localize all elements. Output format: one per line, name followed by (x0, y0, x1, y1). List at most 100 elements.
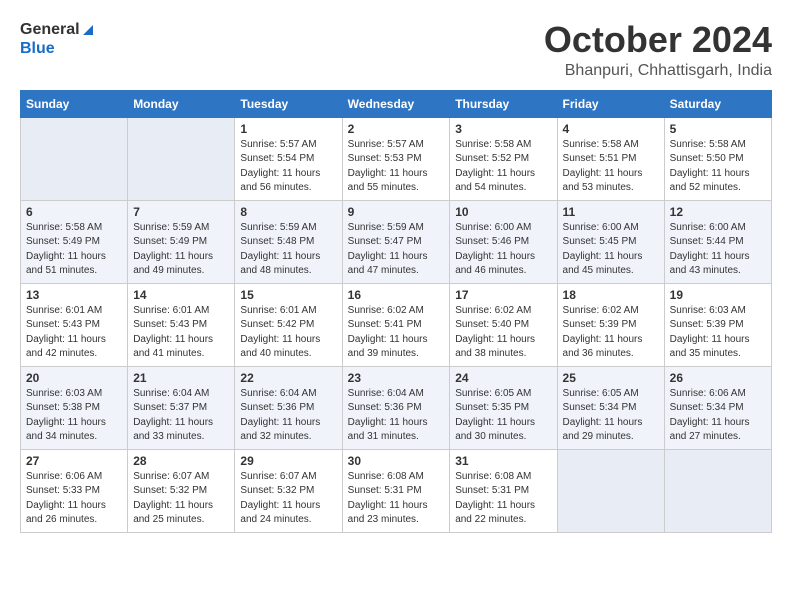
day-number: 21 (133, 371, 229, 385)
day-number: 23 (348, 371, 445, 385)
calendar-table: Sunday Monday Tuesday Wednesday Thursday… (20, 90, 772, 533)
calendar-cell: 8 Sunrise: 5:59 AMSunset: 5:48 PMDaylight… (235, 200, 342, 283)
day-number: 24 (455, 371, 551, 385)
day-info: Sunrise: 6:01 AMSunset: 5:43 PMDaylight:… (26, 304, 122, 362)
day-number: 7 (133, 205, 229, 219)
day-info: Sunrise: 6:03 AMSunset: 5:38 PMDaylight:… (26, 387, 122, 445)
logo: General Blue (20, 20, 93, 58)
calendar-cell: 18Sunrise: 6:02 AMSunset: 5:39 PMDayligh… (557, 283, 664, 366)
day-number: 19 (670, 288, 766, 302)
calendar-cell (557, 449, 664, 532)
day-number: 2 (348, 122, 445, 136)
day-info: Sunrise: 5:57 AMSunset: 5:53 PMDaylight:… (348, 138, 445, 196)
day-number: 16 (348, 288, 445, 302)
day-number: 10 (455, 205, 551, 219)
calendar-cell: 26 Sunrise: 6:06 AMSunset: 5:34 PMDayligh… (664, 366, 771, 449)
calendar-cell: 4 Sunrise: 5:58 AMSunset: 5:51 PMDaylight… (557, 117, 664, 200)
calendar-cell: 21Sunrise: 6:04 AMSunset: 5:37 PMDayligh… (128, 366, 235, 449)
day-info: Sunrise: 6:07 AMSunset: 5:32 PMDaylight:… (133, 470, 229, 528)
day-number: 6 (26, 205, 122, 219)
col-sunday: Sunday (21, 90, 128, 117)
calendar-cell: 25 Sunrise: 6:05 AMSunset: 5:34 PMDayligh… (557, 366, 664, 449)
calendar-cell: 6 Sunrise: 5:58 AMSunset: 5:49 PMDaylight… (21, 200, 128, 283)
calendar-cell: 30 Sunrise: 6:08 AMSunset: 5:31 PMDayligh… (342, 449, 450, 532)
col-thursday: Thursday (450, 90, 557, 117)
calendar-cell: 31 Sunrise: 6:08 AMSunset: 5:31 PMDayligh… (450, 449, 557, 532)
calendar-week-row: 1Sunrise: 5:57 AMSunset: 5:54 PMDaylight… (21, 117, 772, 200)
day-number: 12 (670, 205, 766, 219)
month-title: October 2024 (544, 20, 772, 60)
calendar-cell: 19 Sunrise: 6:03 AMSunset: 5:39 PMDayligh… (664, 283, 771, 366)
calendar-cell: 11 Sunrise: 6:00 AMSunset: 5:45 PMDayligh… (557, 200, 664, 283)
day-info: Sunrise: 6:02 AMSunset: 5:39 PMDaylight:… (563, 304, 659, 362)
calendar-cell: 5 Sunrise: 5:58 AMSunset: 5:50 PMDaylight… (664, 117, 771, 200)
day-info: Sunrise: 5:59 AMSunset: 5:48 PMDaylight:… (240, 221, 336, 279)
calendar-cell: 3 Sunrise: 5:58 AMSunset: 5:52 PMDaylight… (450, 117, 557, 200)
day-info: Sunrise: 6:01 AMSunset: 5:43 PMDaylight:… (133, 304, 229, 362)
day-number: 30 (348, 454, 445, 468)
day-info: Sunrise: 5:59 AMSunset: 5:49 PMDaylight:… (133, 221, 229, 279)
calendar-cell: 7 Sunrise: 5:59 AMSunset: 5:49 PMDaylight… (128, 200, 235, 283)
calendar-header-row: Sunday Monday Tuesday Wednesday Thursday… (21, 90, 772, 117)
day-number: 27 (26, 454, 122, 468)
day-number: 3 (455, 122, 551, 136)
day-info: Sunrise: 6:08 AMSunset: 5:31 PMDaylight:… (348, 470, 445, 528)
day-number: 8 (240, 205, 336, 219)
col-wednesday: Wednesday (342, 90, 450, 117)
day-number: 29 (240, 454, 336, 468)
day-info: Sunrise: 6:02 AMSunset: 5:40 PMDaylight:… (455, 304, 551, 362)
calendar-cell (128, 117, 235, 200)
calendar-cell: 13 Sunrise: 6:01 AMSunset: 5:43 PMDayligh… (21, 283, 128, 366)
calendar-cell: 22Sunrise: 6:04 AMSunset: 5:36 PMDayligh… (235, 366, 342, 449)
calendar-cell: 9 Sunrise: 5:59 AMSunset: 5:47 PMDaylight… (342, 200, 450, 283)
col-friday: Friday (557, 90, 664, 117)
calendar-cell (664, 449, 771, 532)
day-number: 9 (348, 205, 445, 219)
day-number: 25 (563, 371, 659, 385)
day-number: 31 (455, 454, 551, 468)
calendar-cell: 23 Sunrise: 6:04 AMSunset: 5:36 PMDayligh… (342, 366, 450, 449)
day-number: 13 (26, 288, 122, 302)
title-area: October 2024 Bhanpuri, Chhattisgarh, Ind… (544, 20, 772, 80)
day-info: Sunrise: 6:05 AMSunset: 5:34 PMDaylight:… (563, 387, 659, 445)
day-info: Sunrise: 5:57 AMSunset: 5:54 PMDaylight:… (240, 138, 336, 196)
day-number: 5 (670, 122, 766, 136)
day-number: 26 (670, 371, 766, 385)
page-header: General Blue October 2024 Bhanpuri, Chha… (20, 20, 772, 80)
day-number: 14 (133, 288, 229, 302)
day-number: 17 (455, 288, 551, 302)
day-number: 4 (563, 122, 659, 136)
day-number: 28 (133, 454, 229, 468)
col-tuesday: Tuesday (235, 90, 342, 117)
calendar-cell (21, 117, 128, 200)
calendar-week-row: 20 Sunrise: 6:03 AMSunset: 5:38 PMDayligh… (21, 366, 772, 449)
day-info: Sunrise: 5:58 AMSunset: 5:49 PMDaylight:… (26, 221, 122, 279)
day-info: Sunrise: 6:05 AMSunset: 5:35 PMDaylight:… (455, 387, 551, 445)
day-info: Sunrise: 6:01 AMSunset: 5:42 PMDaylight:… (240, 304, 336, 362)
col-saturday: Saturday (664, 90, 771, 117)
calendar-cell: 2 Sunrise: 5:57 AMSunset: 5:53 PMDaylight… (342, 117, 450, 200)
location-title: Bhanpuri, Chhattisgarh, India (544, 62, 772, 80)
day-info: Sunrise: 6:00 AMSunset: 5:45 PMDaylight:… (563, 221, 659, 279)
day-info: Sunrise: 6:00 AMSunset: 5:44 PMDaylight:… (670, 221, 766, 279)
day-info: Sunrise: 6:03 AMSunset: 5:39 PMDaylight:… (670, 304, 766, 362)
calendar-cell: 10 Sunrise: 6:00 AMSunset: 5:46 PMDayligh… (450, 200, 557, 283)
day-info: Sunrise: 5:59 AMSunset: 5:47 PMDaylight:… (348, 221, 445, 279)
day-number: 11 (563, 205, 659, 219)
day-number: 20 (26, 371, 122, 385)
col-monday: Monday (128, 90, 235, 117)
calendar-cell: 20 Sunrise: 6:03 AMSunset: 5:38 PMDayligh… (21, 366, 128, 449)
day-info: Sunrise: 6:04 AMSunset: 5:36 PMDaylight:… (348, 387, 445, 445)
calendar-cell: 28 Sunrise: 6:07 AMSunset: 5:32 PMDayligh… (128, 449, 235, 532)
calendar-cell: 27Sunrise: 6:06 AMSunset: 5:33 PMDayligh… (21, 449, 128, 532)
day-info: Sunrise: 5:58 AMSunset: 5:52 PMDaylight:… (455, 138, 551, 196)
day-info: Sunrise: 6:00 AMSunset: 5:46 PMDaylight:… (455, 221, 551, 279)
calendar-cell: 29Sunrise: 6:07 AMSunset: 5:32 PMDayligh… (235, 449, 342, 532)
day-info: Sunrise: 5:58 AMSunset: 5:51 PMDaylight:… (563, 138, 659, 196)
day-info: Sunrise: 6:08 AMSunset: 5:31 PMDaylight:… (455, 470, 551, 528)
calendar-cell: 15Sunrise: 6:01 AMSunset: 5:42 PMDayligh… (235, 283, 342, 366)
day-info: Sunrise: 6:06 AMSunset: 5:34 PMDaylight:… (670, 387, 766, 445)
day-info: Sunrise: 5:58 AMSunset: 5:50 PMDaylight:… (670, 138, 766, 196)
calendar-cell: 1Sunrise: 5:57 AMSunset: 5:54 PMDaylight… (235, 117, 342, 200)
calendar-week-row: 13 Sunrise: 6:01 AMSunset: 5:43 PMDayligh… (21, 283, 772, 366)
